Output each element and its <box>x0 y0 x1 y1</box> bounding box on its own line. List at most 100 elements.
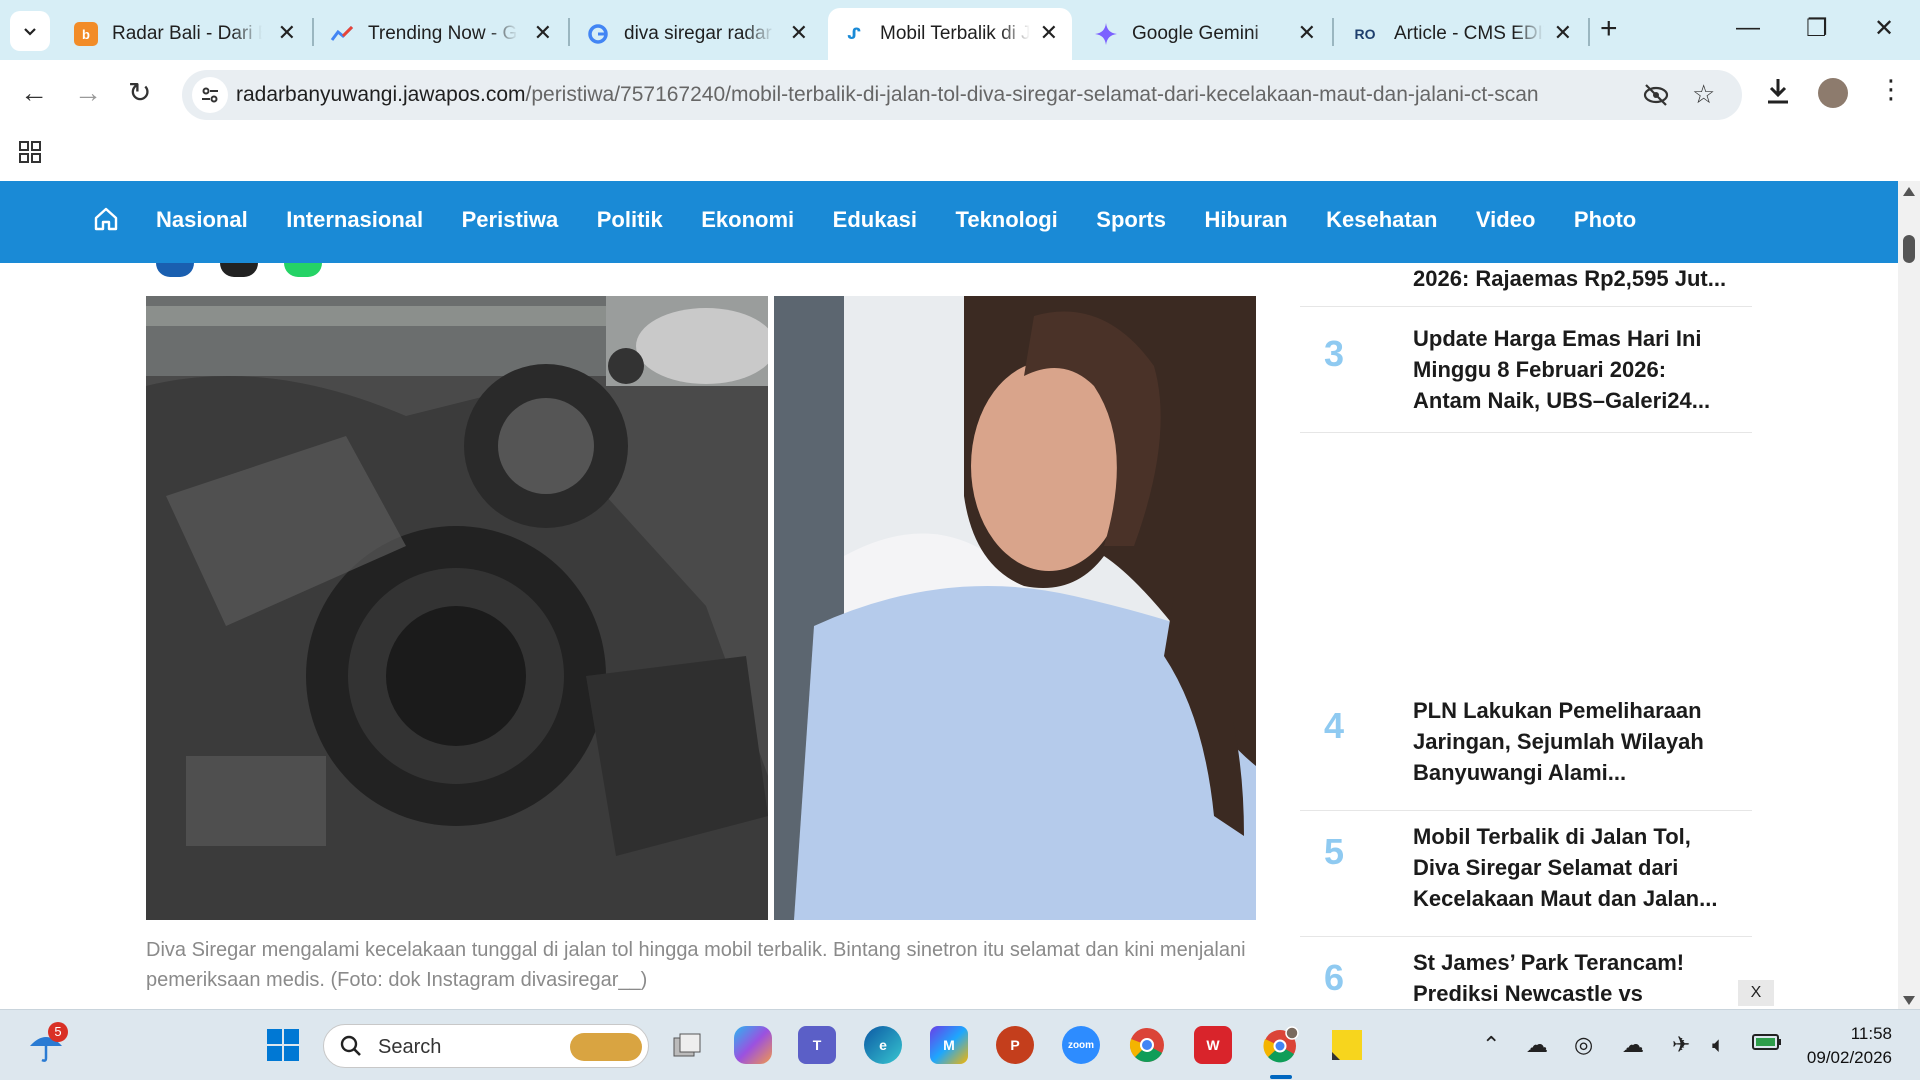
cms-icon: RO <box>1354 26 1376 42</box>
restore-button[interactable]: ❐ <box>1806 14 1828 43</box>
m365-icon[interactable]: M <box>930 1026 968 1064</box>
chrome-icon[interactable] <box>1128 1026 1166 1064</box>
airplane-mode-icon[interactable]: ✈ <box>1672 1032 1690 1058</box>
share-whatsapp-button[interactable] <box>284 263 322 277</box>
nav-item-photo[interactable]: Photo <box>1574 207 1636 233</box>
cloud-sync-icon[interactable]: ☁ <box>1526 1032 1548 1058</box>
nav-item-ekonomi[interactable]: Ekonomi <box>701 207 794 233</box>
close-icon[interactable]: ✕ <box>278 22 296 44</box>
person-photo <box>774 296 1256 920</box>
window-close-button[interactable]: ✕ <box>1874 14 1894 43</box>
page-content: Diva Siregar mengalami kecelakaan tungga… <box>0 263 1898 1009</box>
search-icon <box>340 1035 361 1056</box>
gemini-icon <box>1094 22 1118 46</box>
nav-item-peristiwa[interactable]: Peristiwa <box>462 207 559 233</box>
cloud-off-icon[interactable]: ☁ <box>1622 1032 1644 1058</box>
back-button[interactable]: ← <box>20 78 48 108</box>
nav-item-edukasi[interactable]: Edukasi <box>833 207 917 233</box>
chrome-profile-icon[interactable] <box>1262 1026 1300 1064</box>
forward-button[interactable]: → <box>74 78 102 108</box>
share-x-button[interactable] <box>220 263 258 277</box>
scroll-up-arrow[interactable] <box>1903 187 1915 196</box>
nav-item-sports[interactable]: Sports <box>1096 207 1166 233</box>
list-item[interactable]: 3 Update Harga Emas Hari Ini Minggu 8 Fe… <box>1300 307 1752 433</box>
task-view-icon[interactable] <box>668 1026 706 1064</box>
list-item[interactable]: 5 Mobil Terbalik di Jalan Tol, Diva Sire… <box>1300 811 1752 937</box>
powerpoint-icon[interactable]: P <box>996 1026 1034 1064</box>
list-item[interactable]: 6 St James’ Park Terancam! Prediksi Newc… <box>1300 937 1752 1009</box>
scroll-thumb[interactable] <box>1903 235 1915 263</box>
share-facebook-button[interactable] <box>156 263 194 277</box>
profile-avatar[interactable] <box>1818 78 1848 108</box>
close-icon[interactable]: ✕ <box>1040 22 1058 44</box>
teams-icon[interactable]: T <box>798 1026 836 1064</box>
close-icon[interactable]: ✕ <box>790 22 808 44</box>
minimize-button[interactable]: — <box>1736 14 1760 42</box>
sticky-notes-icon[interactable] <box>1328 1026 1366 1064</box>
zoom-icon[interactable]: zoom <box>1062 1026 1100 1064</box>
car-wreck-photo <box>146 296 768 920</box>
tab-search-button[interactable] <box>10 11 50 51</box>
wps-office-icon[interactable]: W <box>1194 1026 1232 1064</box>
system-clock[interactable]: 11:58 09/02/2026 <box>1788 1022 1892 1070</box>
more-menu-icon[interactable]: ⋮ <box>1878 74 1904 105</box>
site-navigation: Nasional Internasional Peristiwa Politik… <box>0 181 1898 263</box>
category-menu: Nasional Internasional Peristiwa Politik… <box>156 207 1636 233</box>
close-icon[interactable]: ✕ <box>1554 22 1572 44</box>
tab-radar-bali[interactable]: b Radar Bali - Dari Bali untuk Indonesia… <box>60 8 310 60</box>
reload-button[interactable]: ↻ <box>128 78 151 108</box>
edge-icon[interactable]: e <box>864 1026 902 1064</box>
new-tab-button[interactable]: + <box>1600 14 1618 44</box>
home-icon[interactable] <box>92 205 120 233</box>
article-photo <box>146 296 1256 920</box>
star-icon[interactable]: ☆ <box>1692 79 1715 110</box>
tab-mobil-terbalik[interactable]: ᔑ Mobil Terbalik di Jalan Tol, Diva Sire… <box>828 8 1072 60</box>
clock-date: 09/02/2026 <box>1806 1048 1892 1067</box>
nav-item-nasional[interactable]: Nasional <box>156 207 248 233</box>
volume-icon[interactable]: 🔈︎ <box>1712 1032 1725 1058</box>
battery-icon[interactable] <box>1752 1032 1782 1058</box>
weather-widget[interactable]: 5 <box>28 1022 68 1069</box>
page-scrollbar[interactable] <box>1898 181 1920 1009</box>
active-app-indicator <box>1270 1075 1292 1079</box>
address-bar[interactable]: radarbanyuwangi.jawapos.com/peristiwa/75… <box>182 70 1742 120</box>
browser-toolbar: ← → ↻ radarbanyuwangi.jawapos.com/perist… <box>0 60 1920 128</box>
google-trends-icon <box>330 22 354 46</box>
radar-bali-icon: b <box>74 22 98 46</box>
sidebar-ad-slot <box>1300 433 1752 643</box>
tab-cms-editor[interactable]: RO Article - CMS EDITOR ✕ <box>1336 8 1586 60</box>
search-highlight-image <box>570 1033 642 1061</box>
nav-item-internasional[interactable]: Internasional <box>286 207 423 233</box>
url-text[interactable]: radarbanyuwangi.jawapos.com/peristiwa/75… <box>236 83 1539 107</box>
site-info-icon[interactable] <box>192 77 228 113</box>
nav-item-politik[interactable]: Politik <box>597 207 663 233</box>
jawapos-icon: ᔑ <box>847 26 861 43</box>
scroll-down-arrow[interactable] <box>1903 996 1915 1005</box>
nav-item-hiburan[interactable]: Hiburan <box>1204 207 1287 233</box>
chevron-down-icon <box>24 28 36 36</box>
list-item[interactable]: 4 PLN Lakukan Pemeliharaan Jaringan, Sej… <box>1300 685 1752 811</box>
download-icon[interactable] <box>1764 76 1792 111</box>
list-item[interactable]: 2026: Rajaemas Rp2,595 Jut... <box>1300 263 1752 307</box>
start-button[interactable] <box>264 1026 302 1064</box>
taskbar-search[interactable]: Search <box>323 1024 649 1068</box>
close-icon[interactable]: ✕ <box>1298 22 1316 44</box>
tab-google-gemini[interactable]: Google Gemini ✕ <box>1080 8 1330 60</box>
tab-google-search[interactable]: diva siregar radar banyuwangi - Google S… <box>572 8 822 60</box>
google-icon <box>586 22 610 46</box>
close-ad-button[interactable]: X <box>1738 980 1774 1006</box>
clock-time: 11:58 <box>1850 1024 1892 1043</box>
bookmarks-bar <box>0 128 1920 180</box>
browser-tab-strip: b Radar Bali - Dari Bali untuk Indonesia… <box>0 0 1920 60</box>
apps-grid-icon[interactable] <box>18 140 42 169</box>
nav-item-video[interactable]: Video <box>1476 207 1536 233</box>
nav-item-teknologi[interactable]: Teknologi <box>956 207 1058 233</box>
photo-caption: Diva Siregar mengalami kecelakaan tungga… <box>146 939 1246 991</box>
nav-item-kesehatan[interactable]: Kesehatan <box>1326 207 1437 233</box>
copilot-icon[interactable] <box>734 1026 772 1064</box>
tab-google-trends[interactable]: Trending Now - Google Trends ✕ <box>316 8 566 60</box>
chevron-up-icon[interactable]: ⌃ <box>1482 1032 1500 1058</box>
eye-off-icon[interactable] <box>1642 81 1670 116</box>
security-icon[interactable]: ◎ <box>1574 1032 1593 1058</box>
close-icon[interactable]: ✕ <box>534 22 552 44</box>
